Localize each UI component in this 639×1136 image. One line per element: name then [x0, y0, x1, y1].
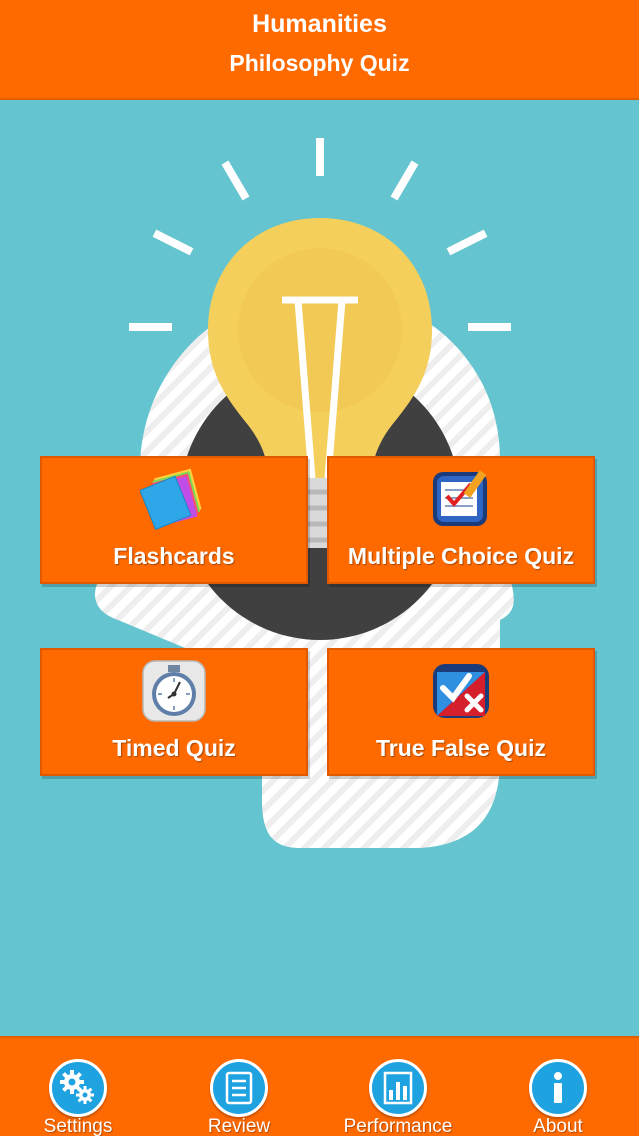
- info-icon: [554, 1072, 562, 1103]
- timed-quiz-label: Timed Quiz: [112, 735, 236, 761]
- multiple-choice-quiz-label: Multiple Choice Quiz: [347, 543, 575, 569]
- tab-about[interactable]: About: [488, 1038, 628, 1136]
- tab-about-label: About: [533, 1116, 583, 1136]
- list-icon: [225, 1071, 253, 1105]
- tab-review-label: Review: [207, 1116, 271, 1136]
- about-icon-circle: [529, 1059, 587, 1117]
- tab-performance[interactable]: Performance: [328, 1038, 468, 1136]
- check-cross-icon: [433, 664, 489, 718]
- settings-icon-circle: [49, 1059, 107, 1117]
- tab-review[interactable]: Review: [169, 1038, 309, 1136]
- tab-settings[interactable]: Settings: [8, 1038, 148, 1136]
- flashcards-icon: [140, 468, 202, 531]
- category-title: Humanities: [252, 10, 387, 38]
- checklist-icon: [433, 470, 487, 526]
- timed-quiz-button[interactable]: Timed Quiz: [40, 648, 308, 776]
- review-icon-circle: [210, 1059, 268, 1117]
- true-false-quiz-label: True False Quiz: [376, 735, 546, 761]
- flashcards-button[interactable]: Flashcards: [40, 456, 308, 584]
- stopwatch-icon: [142, 660, 206, 722]
- multiple-choice-quiz-button[interactable]: Multiple Choice Quiz: [327, 456, 595, 584]
- flashcards-label: Flashcards: [113, 543, 235, 569]
- tab-performance-label: Performance: [343, 1116, 453, 1136]
- page-title: Philosophy Quiz: [229, 50, 410, 76]
- true-false-quiz-button[interactable]: True False Quiz: [327, 648, 595, 776]
- performance-icon-circle: [369, 1059, 427, 1117]
- app-header: Humanities Philosophy Quiz: [0, 0, 639, 100]
- bar-chart-icon: [383, 1071, 413, 1105]
- bottom-tab-bar: Settings Review Performance About: [0, 1036, 639, 1136]
- gears-icon: [60, 1070, 94, 1104]
- tab-settings-label: Settings: [43, 1116, 113, 1136]
